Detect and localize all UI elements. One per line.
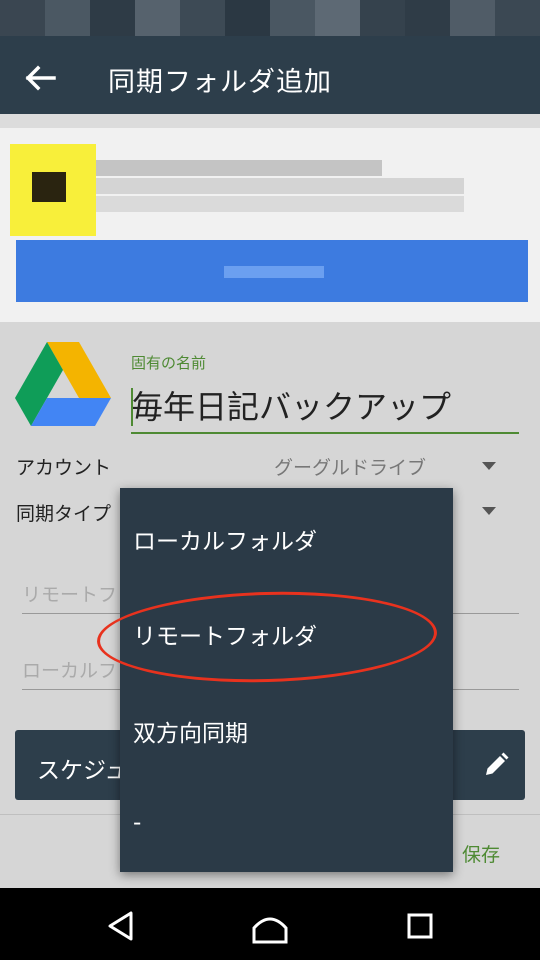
status-bar-block: [495, 0, 540, 36]
menu-item-local-folder[interactable]: ローカルフォルダ: [133, 522, 317, 556]
status-bar-block: [135, 0, 180, 36]
ad-text-line: [96, 160, 382, 176]
save-button[interactable]: 保存: [462, 840, 500, 867]
sync-type-label: 同期タイプ: [16, 503, 112, 525]
navigation-bar: [0, 888, 540, 960]
pencil-icon[interactable]: [481, 750, 511, 780]
toolbar: 同期フォルダ追加: [0, 36, 540, 114]
status-bar-block: [45, 0, 90, 36]
ad-text-line: [96, 196, 464, 212]
page-title: 同期フォルダ追加: [108, 67, 332, 98]
status-bar: [0, 0, 540, 36]
ad-action-button[interactable]: [16, 240, 528, 302]
dropdown-arrow-icon[interactable]: [482, 462, 496, 470]
status-bar-block: [450, 0, 495, 36]
nav-home-icon[interactable]: [250, 906, 290, 946]
ad-action-label: [224, 266, 324, 278]
status-bar-block: [225, 0, 270, 36]
name-input[interactable]: 毎年日記バックアップ: [131, 382, 519, 434]
status-bar-block: [180, 0, 225, 36]
google-drive-icon: [14, 340, 112, 426]
menu-item-two-way-sync[interactable]: 双方向同期: [133, 714, 248, 748]
arrow-back-icon[interactable]: [18, 56, 62, 100]
status-bar-block: [90, 0, 135, 36]
account-label: アカウント: [16, 457, 112, 479]
status-bar-block: [360, 0, 405, 36]
schedule-label: スケジュ: [37, 758, 128, 784]
dropdown-arrow-icon[interactable]: [482, 507, 496, 515]
menu-item-remote-folder[interactable]: リモートフォルダ: [133, 617, 317, 651]
status-bar-block: [405, 0, 450, 36]
ad-banner-strip: [0, 114, 540, 128]
ad-banner[interactable]: [0, 114, 540, 322]
status-bar-block: [0, 0, 45, 36]
sync-type-dropdown-menu: ローカルフォルダ リモートフォルダ 双方向同期 -: [120, 488, 453, 872]
ad-image: [10, 144, 96, 236]
status-bar-block: [315, 0, 360, 36]
account-select[interactable]: グーグルドライブ: [274, 453, 426, 480]
menu-item-dash[interactable]: -: [133, 810, 141, 836]
status-bar-block: [270, 0, 315, 36]
ad-text-line: [96, 178, 464, 194]
nav-recents-icon[interactable]: [400, 906, 440, 946]
name-label: 固有の名前: [131, 354, 207, 372]
nav-back-icon[interactable]: [101, 906, 141, 946]
